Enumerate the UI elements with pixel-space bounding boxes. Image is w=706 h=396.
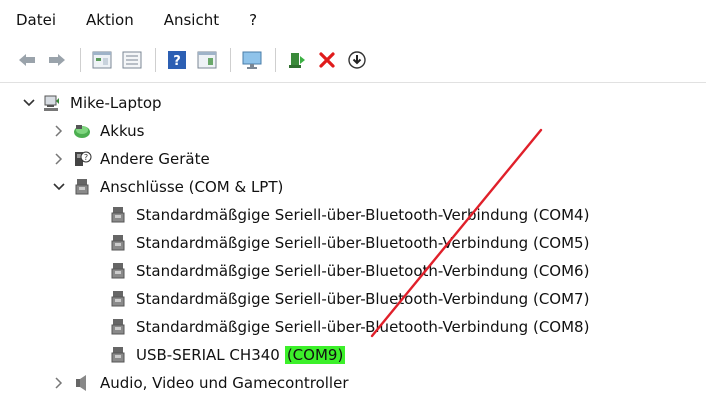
chevron-right-icon[interactable]: [52, 124, 66, 138]
toolbar-separator: [230, 48, 231, 72]
tree-label-port: Standardmäßgige Seriell-über-Bluetooth-V…: [136, 290, 590, 308]
help-icon[interactable]: ?: [164, 47, 190, 73]
list-icon[interactable]: [119, 47, 145, 73]
port-icon: [72, 177, 92, 197]
back-arrow-icon[interactable]: [14, 47, 40, 73]
port-icon: [108, 317, 128, 337]
chevron-right-icon[interactable]: [52, 152, 66, 166]
menu-datei[interactable]: Datei: [12, 9, 60, 31]
tree-node-usb-serial[interactable]: USB-SERIAL CH340 (COM9): [108, 342, 346, 368]
menu-aktion[interactable]: Aktion: [82, 9, 138, 31]
device-tree: Mike-Laptop Akkus ? Andere Geräte Anschl…: [0, 86, 706, 392]
toolbar-separator: [155, 48, 156, 72]
uninstall-icon[interactable]: [314, 47, 340, 73]
tree-label-usb-serial: USB-SERIAL CH340: [136, 346, 280, 364]
tree-label-akkus: Akkus: [100, 122, 145, 140]
tree-node-root[interactable]: Mike-Laptop: [22, 90, 162, 116]
menu-ansicht[interactable]: Ansicht: [160, 9, 223, 31]
tree-label-root: Mike-Laptop: [70, 94, 162, 112]
monitor-icon[interactable]: [239, 47, 265, 73]
tree-label-port: Standardmäßgige Seriell-über-Bluetooth-V…: [136, 262, 590, 280]
properties-icon[interactable]: [89, 47, 115, 73]
svg-text:?: ?: [173, 54, 181, 69]
port-icon: [108, 289, 128, 309]
chevron-down-icon[interactable]: [52, 180, 66, 194]
tree-label-andere-geraete: Andere Geräte: [100, 150, 210, 168]
tree-node-port-com8[interactable]: Standardmäßgige Seriell-über-Bluetooth-V…: [108, 314, 589, 340]
port-icon: [108, 233, 128, 253]
svg-text:?: ?: [84, 153, 88, 162]
toolbar-separator: [275, 48, 276, 72]
chevron-down-icon[interactable]: [22, 96, 36, 110]
menu-help[interactable]: ?: [245, 9, 261, 31]
tree-node-port-com6[interactable]: Standardmäßgige Seriell-über-Bluetooth-V…: [108, 258, 589, 284]
port-icon: [108, 345, 128, 365]
battery-icon: [72, 121, 92, 141]
tree-node-port-com7[interactable]: Standardmäßgige Seriell-über-Bluetooth-V…: [108, 286, 589, 312]
computer-icon: [42, 93, 62, 113]
tree-label-anschluesse: Anschlüsse (COM & LPT): [100, 178, 284, 196]
tree-label-port: Standardmäßgige Seriell-über-Bluetooth-V…: [136, 318, 590, 336]
tree-node-port-com4[interactable]: Standardmäßgige Seriell-über-Bluetooth-V…: [108, 202, 589, 228]
com9-highlight: (COM9): [284, 346, 346, 364]
toolbar-separator: [80, 48, 81, 72]
update-driver-icon[interactable]: [284, 47, 310, 73]
chevron-right-icon[interactable]: [52, 376, 66, 390]
forward-arrow-icon[interactable]: [44, 47, 70, 73]
unknown-device-icon: ?: [72, 149, 92, 169]
tree-label-audio: Audio, Video und Gamecontroller: [100, 374, 349, 392]
tree-node-anschluesse[interactable]: Anschlüsse (COM & LPT): [52, 174, 283, 200]
toolbar: ?: [0, 42, 706, 78]
download-icon[interactable]: [344, 47, 370, 73]
console-icon[interactable]: [194, 47, 220, 73]
port-icon: [108, 205, 128, 225]
tree-node-port-com5[interactable]: Standardmäßgige Seriell-über-Bluetooth-V…: [108, 230, 589, 256]
toolbar-divider: [0, 82, 706, 83]
tree-node-andere-geraete[interactable]: ? Andere Geräte: [52, 146, 210, 172]
menu-bar: Datei Aktion Ansicht ?: [0, 0, 706, 40]
port-icon: [108, 261, 128, 281]
tree-label-port: Standardmäßgige Seriell-über-Bluetooth-V…: [136, 234, 590, 252]
tree-label-port: Standardmäßgige Seriell-über-Bluetooth-V…: [136, 206, 590, 224]
tree-node-akkus[interactable]: Akkus: [52, 118, 145, 144]
speaker-icon: [72, 373, 92, 393]
tree-node-audio[interactable]: Audio, Video und Gamecontroller: [52, 370, 348, 396]
